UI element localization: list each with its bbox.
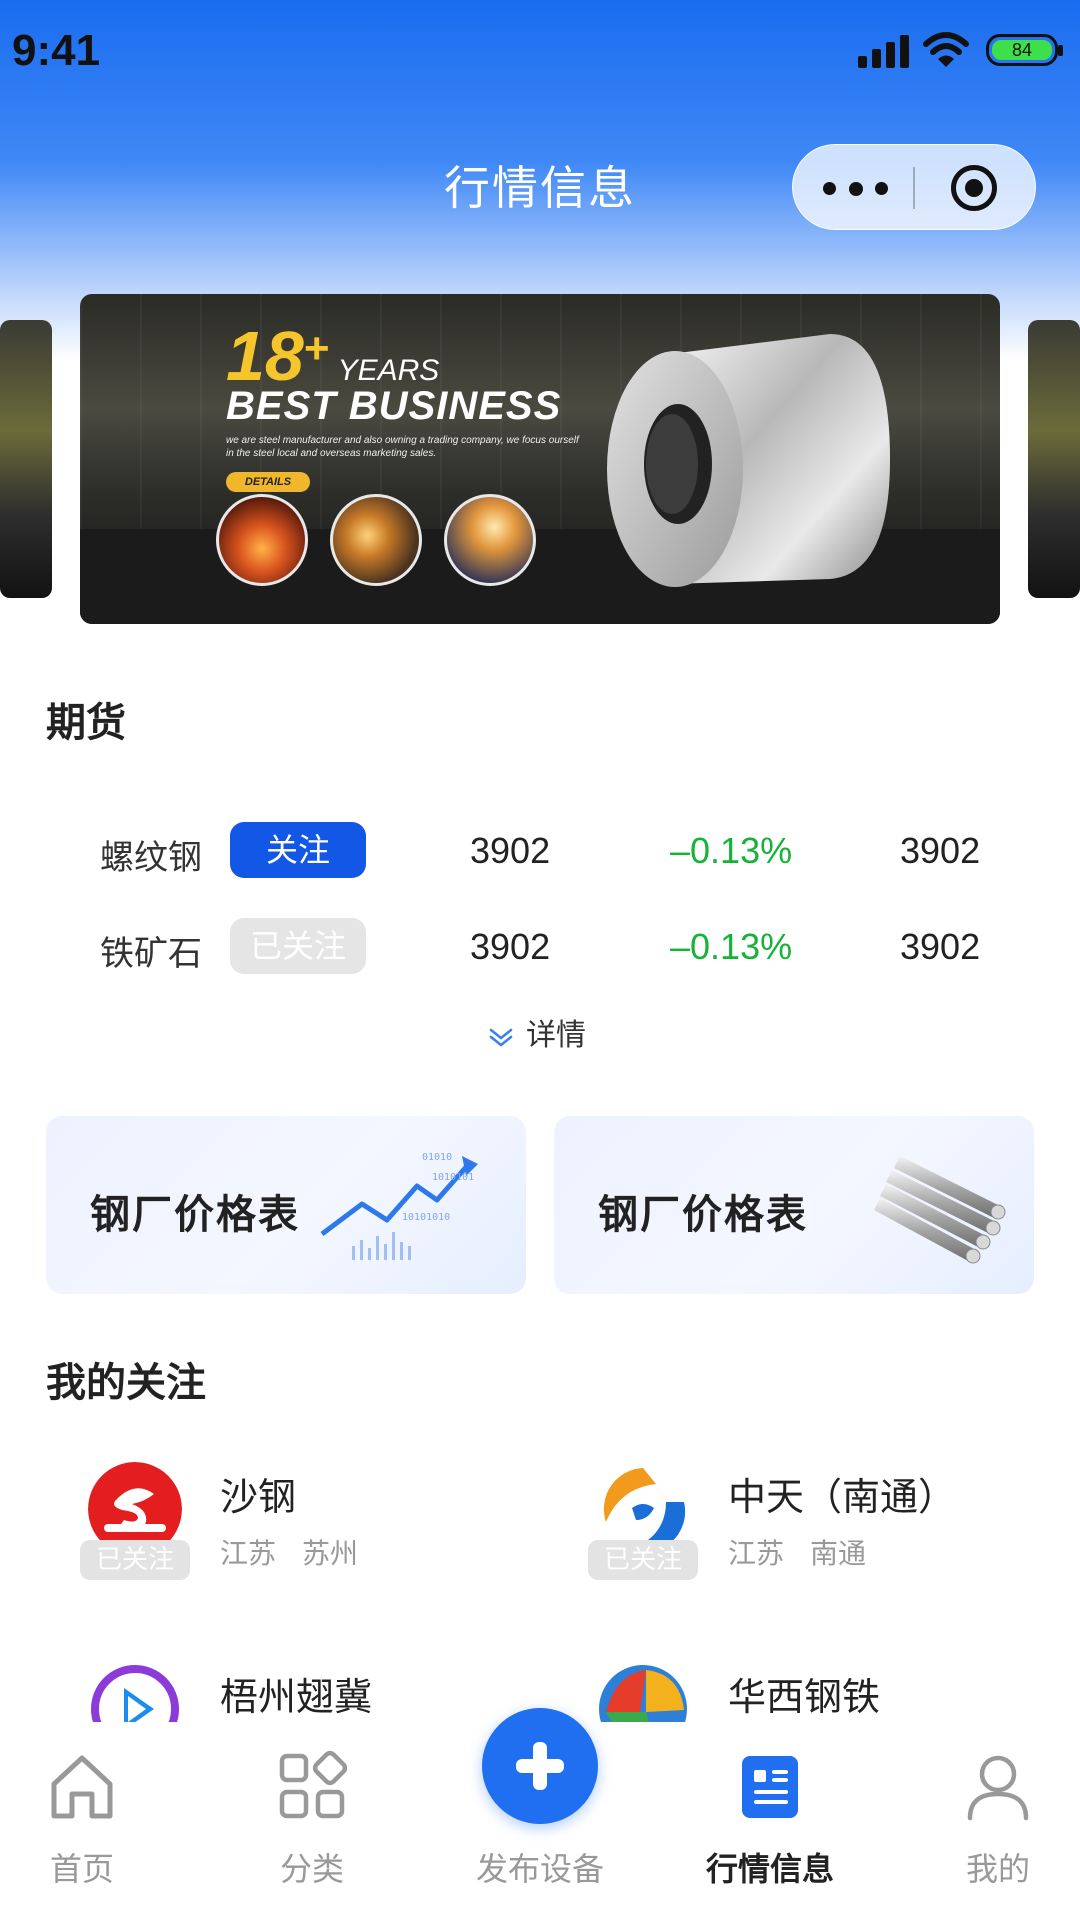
mill-province: 江苏 [728, 1537, 785, 1570]
futures-price: 3902 [470, 830, 551, 871]
futures-row[interactable]: 螺纹钢 关注 3902 –0.13% 3902 [100, 822, 1020, 882]
follow-button[interactable]: 关注 [230, 822, 366, 878]
mill-province: 江苏 [220, 1537, 277, 1570]
wuzhou-logo [88, 1662, 182, 1722]
futures-last-price: 3902 [900, 830, 981, 871]
mill-location: 江苏 苏州 [220, 1532, 358, 1572]
futures-row[interactable]: 铁矿石 已关注 3902 –0.13% 3902 [100, 918, 1020, 978]
followed-button[interactable]: 已关注 [230, 918, 366, 974]
futures-change: –0.13% [670, 926, 793, 967]
mill-name: 华西钢铁 [728, 1675, 881, 1719]
status-time: 9:41 [12, 26, 101, 75]
banner-details-button[interactable]: DETAILS [226, 472, 310, 492]
status-bar: 9:41 84 [0, 0, 1080, 100]
futures-name: 螺纹钢 [100, 838, 202, 878]
futures-last-price: 3902 [900, 926, 981, 967]
chart-deco-icon: 01010 1010101 10101010 [320, 1152, 478, 1260]
mill-location: 江苏 南通 [728, 1532, 866, 1572]
steel-coil-image [607, 334, 890, 587]
double-chevron-down-icon [489, 1028, 513, 1047]
tab-market-info[interactable]: 行情信息 [690, 1750, 850, 1890]
steel-welding-image [330, 494, 422, 586]
category-icon [279, 1750, 348, 1819]
steel-cutting-image [444, 494, 536, 586]
tab-label: 分类 [279, 1850, 344, 1888]
svg-text:10101010: 10101010 [402, 1212, 450, 1223]
user-icon [967, 1755, 1029, 1821]
futures-price: 3902 [470, 926, 551, 967]
publish-plus-icon[interactable] [482, 1708, 598, 1824]
banner-next-slide[interactable] [1028, 320, 1080, 598]
huaxi-logo [596, 1662, 690, 1722]
followed-mill-item[interactable]: 已关注 沙钢 江苏 苏州 [48, 1462, 518, 1592]
news-icon [742, 1756, 798, 1818]
followed-mill-item[interactable]: 梧州翅冀 [48, 1662, 518, 1722]
steel-mill-price-card[interactable]: 钢厂价格表 01010 1010101 10101010 [46, 1116, 526, 1294]
my-follow-section-title: 我的关注 [46, 1360, 206, 1406]
followed-mill-item[interactable]: 华西钢铁 [556, 1662, 1026, 1722]
followed-badge[interactable]: 已关注 [588, 1540, 698, 1580]
banner-prev-slide[interactable] [0, 320, 52, 598]
banner-years: YEARS [337, 354, 440, 387]
mill-name: 沙钢 [220, 1475, 297, 1519]
futures-change: –0.13% [670, 830, 793, 871]
svg-text:01010: 01010 [422, 1152, 452, 1163]
wifi-icon [923, 32, 969, 67]
banner-title: BEST BUSINESS [226, 384, 562, 428]
tab-label: 行情信息 [705, 1850, 834, 1888]
banner-subtitle: we are steel manufacturer and also ownin… [226, 435, 579, 459]
detail-label: 详情 [526, 1018, 586, 1053]
banner-plus: + [303, 324, 330, 373]
followed-mill-item[interactable]: 已关注 中天（南通） 江苏 南通 [556, 1462, 1026, 1592]
mill-name: 中天（南通） [728, 1475, 957, 1519]
mill-city: 南通 [810, 1537, 867, 1570]
futures-section-title: 期货 [46, 700, 126, 746]
tab-mine[interactable]: 我的 [918, 1750, 1078, 1890]
tab-home[interactable]: 首页 [2, 1750, 162, 1890]
tab-label: 首页 [49, 1850, 114, 1888]
home-icon [51, 1755, 113, 1819]
mill-city: 苏州 [302, 1537, 359, 1570]
steel-mill-price-card[interactable]: 钢厂价格表 [554, 1116, 1034, 1294]
more-icon[interactable] [823, 145, 913, 231]
signal-icon [858, 34, 912, 68]
battery-level: 84 [992, 40, 1052, 60]
futures-detail-link[interactable]: 详情 [488, 1010, 586, 1060]
followed-badge[interactable]: 已关注 [80, 1540, 190, 1580]
price-card-label: 钢厂价格表 [598, 1192, 808, 1238]
svg-text:1010101: 1010101 [432, 1172, 474, 1183]
close-mini-program-icon[interactable] [951, 165, 997, 211]
banner[interactable]: 18+ YEARS BEST BUSINESS we are steel manu… [80, 294, 1000, 624]
tab-label: 我的 [965, 1850, 1030, 1888]
steel-furnace-image [216, 494, 308, 586]
tab-category[interactable]: 分类 [232, 1750, 392, 1890]
futures-name: 铁矿石 [100, 934, 202, 974]
mini-program-capsule [792, 144, 1036, 230]
battery-icon: 84 [986, 34, 1063, 66]
tab-label: 发布设备 [475, 1850, 604, 1888]
price-card-label: 钢厂价格表 [90, 1192, 300, 1238]
mill-name: 梧州翅冀 [220, 1675, 373, 1719]
steel-bars-icon [874, 1156, 1006, 1264]
